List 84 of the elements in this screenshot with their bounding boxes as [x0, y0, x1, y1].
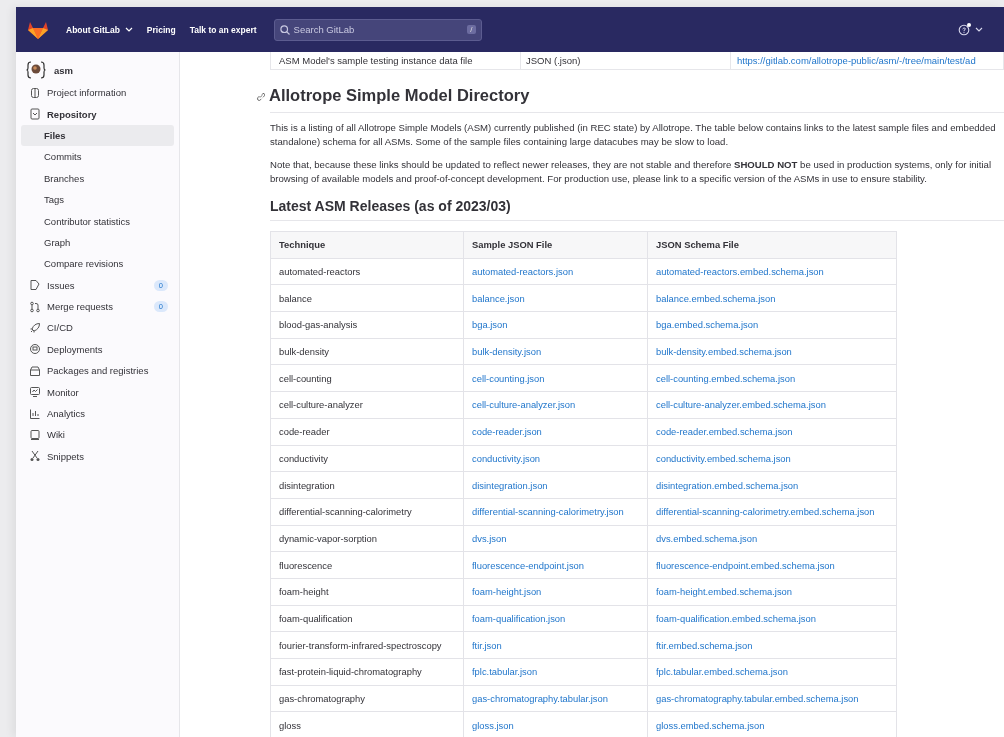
file-link[interactable]: foam-height.json	[472, 586, 542, 598]
table-cell: gas-chromatography	[270, 685, 464, 712]
file-link[interactable]: bga.embed.schema.json	[656, 319, 759, 331]
page-heading: Allotrope Simple Model Directory	[269, 85, 530, 106]
sidebar-item[interactable]: Files	[21, 124, 174, 147]
table-cell: gloss	[270, 711, 464, 737]
book-icon	[29, 428, 41, 441]
sidebar-item[interactable]: Commits	[21, 146, 174, 168]
shortcut-key: /	[467, 24, 476, 34]
table-cell: blood-gas-analysis	[270, 311, 464, 339]
sidebar-item[interactable]: Wiki	[21, 424, 174, 446]
chevron-down-icon	[124, 26, 133, 33]
section-heading: Latest ASM Releases (as of 2023/03)	[270, 198, 511, 214]
chart-icon	[29, 407, 41, 420]
table-cell: fluorescence	[270, 551, 464, 579]
deploy-icon	[29, 343, 41, 356]
file-link[interactable]: dvs.embed.schema.json	[656, 532, 758, 544]
nav-link[interactable]: About GitLab	[66, 24, 133, 35]
sidebar-item[interactable]: CI/CD	[21, 317, 174, 339]
document-icon	[29, 108, 41, 121]
table-cell: cell-counting	[270, 364, 464, 392]
paragraph-text: This is a listing of all Allotrope Simple Models (ASM) currently published (in REC state) by Allotrope. The table below contains links to the latest sample files and embedded	[270, 121, 997, 135]
file-link[interactable]: code-reader.json	[472, 426, 542, 438]
sidebar-item[interactable]: Analytics	[21, 402, 174, 425]
help-icon	[958, 23, 972, 36]
nav-link[interactable]: Talk to an expert	[189, 24, 257, 35]
rocket-icon	[29, 322, 41, 334]
table-cell: conductivity	[270, 445, 464, 472]
table-cell: balance	[270, 284, 464, 312]
info-icon	[29, 86, 41, 99]
file-link[interactable]: balance.json	[472, 292, 525, 304]
table-cell: dynamic-vapor-sorption	[270, 525, 464, 552]
scissors-icon	[29, 450, 41, 463]
url-link[interactable]: https://gitlab.com/allotrope-public/asm/-/tree/main/test/ad	[737, 55, 976, 66]
table-cell: fourier-transform-infrared-spectroscopy	[270, 631, 464, 659]
merge-icon	[29, 300, 41, 313]
file-link[interactable]: ftir.json	[472, 639, 502, 651]
table-cell: code-reader	[270, 418, 464, 445]
issue-icon	[29, 279, 41, 292]
table-cell: JSON (.json)	[526, 55, 581, 66]
project-name[interactable]: asm	[54, 64, 73, 76]
chevron-down-icon	[975, 26, 983, 33]
sidebar-item[interactable]: Snippets	[21, 445, 174, 468]
table-cell: fast-protein-liquid-chromatography	[270, 658, 464, 686]
monitor-icon	[29, 386, 41, 399]
file-link[interactable]: fplc.tabular.json	[472, 666, 538, 678]
file-link[interactable]: dvs.json	[472, 532, 507, 544]
file-link[interactable]: cell-counting.json	[472, 372, 545, 384]
column-header: Sample JSON File	[463, 231, 648, 259]
table-cell: cell-culture-analyzer	[270, 391, 464, 419]
sidebar-item[interactable]: Contributor statistics	[21, 210, 174, 232]
table-cell: automated-reactors	[270, 258, 464, 285]
column-header: Technique	[270, 231, 464, 259]
sidebar-item[interactable]: Graph	[21, 231, 174, 254]
paragraph-text: standalone) schema for all ASMs. Some of the sample files containing large datacubes may be slow to load.	[270, 134, 730, 148]
nav-link[interactable]: Pricing	[146, 24, 176, 35]
file-link[interactable]: disintegration.json	[472, 479, 548, 491]
sidebar-item[interactable]: Branches	[21, 167, 174, 189]
sidebar-item[interactable]: Repository	[21, 103, 174, 125]
sidebar-item[interactable]: Tags	[21, 188, 174, 211]
table-cell: foam-qualification	[270, 605, 464, 632]
file-link[interactable]: conductivity.json	[472, 452, 541, 464]
file-link[interactable]: gloss.json	[472, 719, 514, 731]
sidebar-item[interactable]: Compare revisions	[21, 253, 174, 275]
file-link[interactable]: bulk-density.json	[472, 346, 542, 358]
table-cell: foam-height	[270, 578, 464, 606]
table-cell: bulk-density	[270, 338, 464, 365]
search-icon	[279, 24, 290, 35]
fox-logo-icon	[27, 20, 49, 39]
paragraph-text: Note that, because these links should be updated to reflect newer releases, they are not stable and therefore SHOULD NOT be used in production systems, only for initial	[270, 158, 992, 172]
sidebar-item[interactable]: Deployments	[21, 338, 174, 361]
file-link[interactable]: bga.json	[472, 319, 508, 331]
sidebar-item[interactable]: Packages and registries	[21, 360, 174, 382]
sidebar-item[interactable]: Monitor	[21, 381, 174, 403]
paragraph-text: browsing of available models and proof-of-concept development. For production use, please link to a specific version of the ASMs in use to ensure stability.	[270, 171, 928, 185]
column-header: JSON Schema File	[647, 231, 897, 259]
package-icon	[29, 364, 41, 377]
table-cell: ASM Model's sample testing instance data file	[279, 55, 473, 66]
file-link[interactable]: ftir.embed.schema.json	[656, 639, 753, 651]
project-avatar-icon	[26, 61, 46, 79]
sidebar-item[interactable]: Project information	[21, 82, 174, 104]
table-cell: differential-scanning-calorimetry	[270, 498, 464, 526]
table-cell: disintegration	[270, 471, 464, 499]
link-icon	[256, 91, 265, 101]
